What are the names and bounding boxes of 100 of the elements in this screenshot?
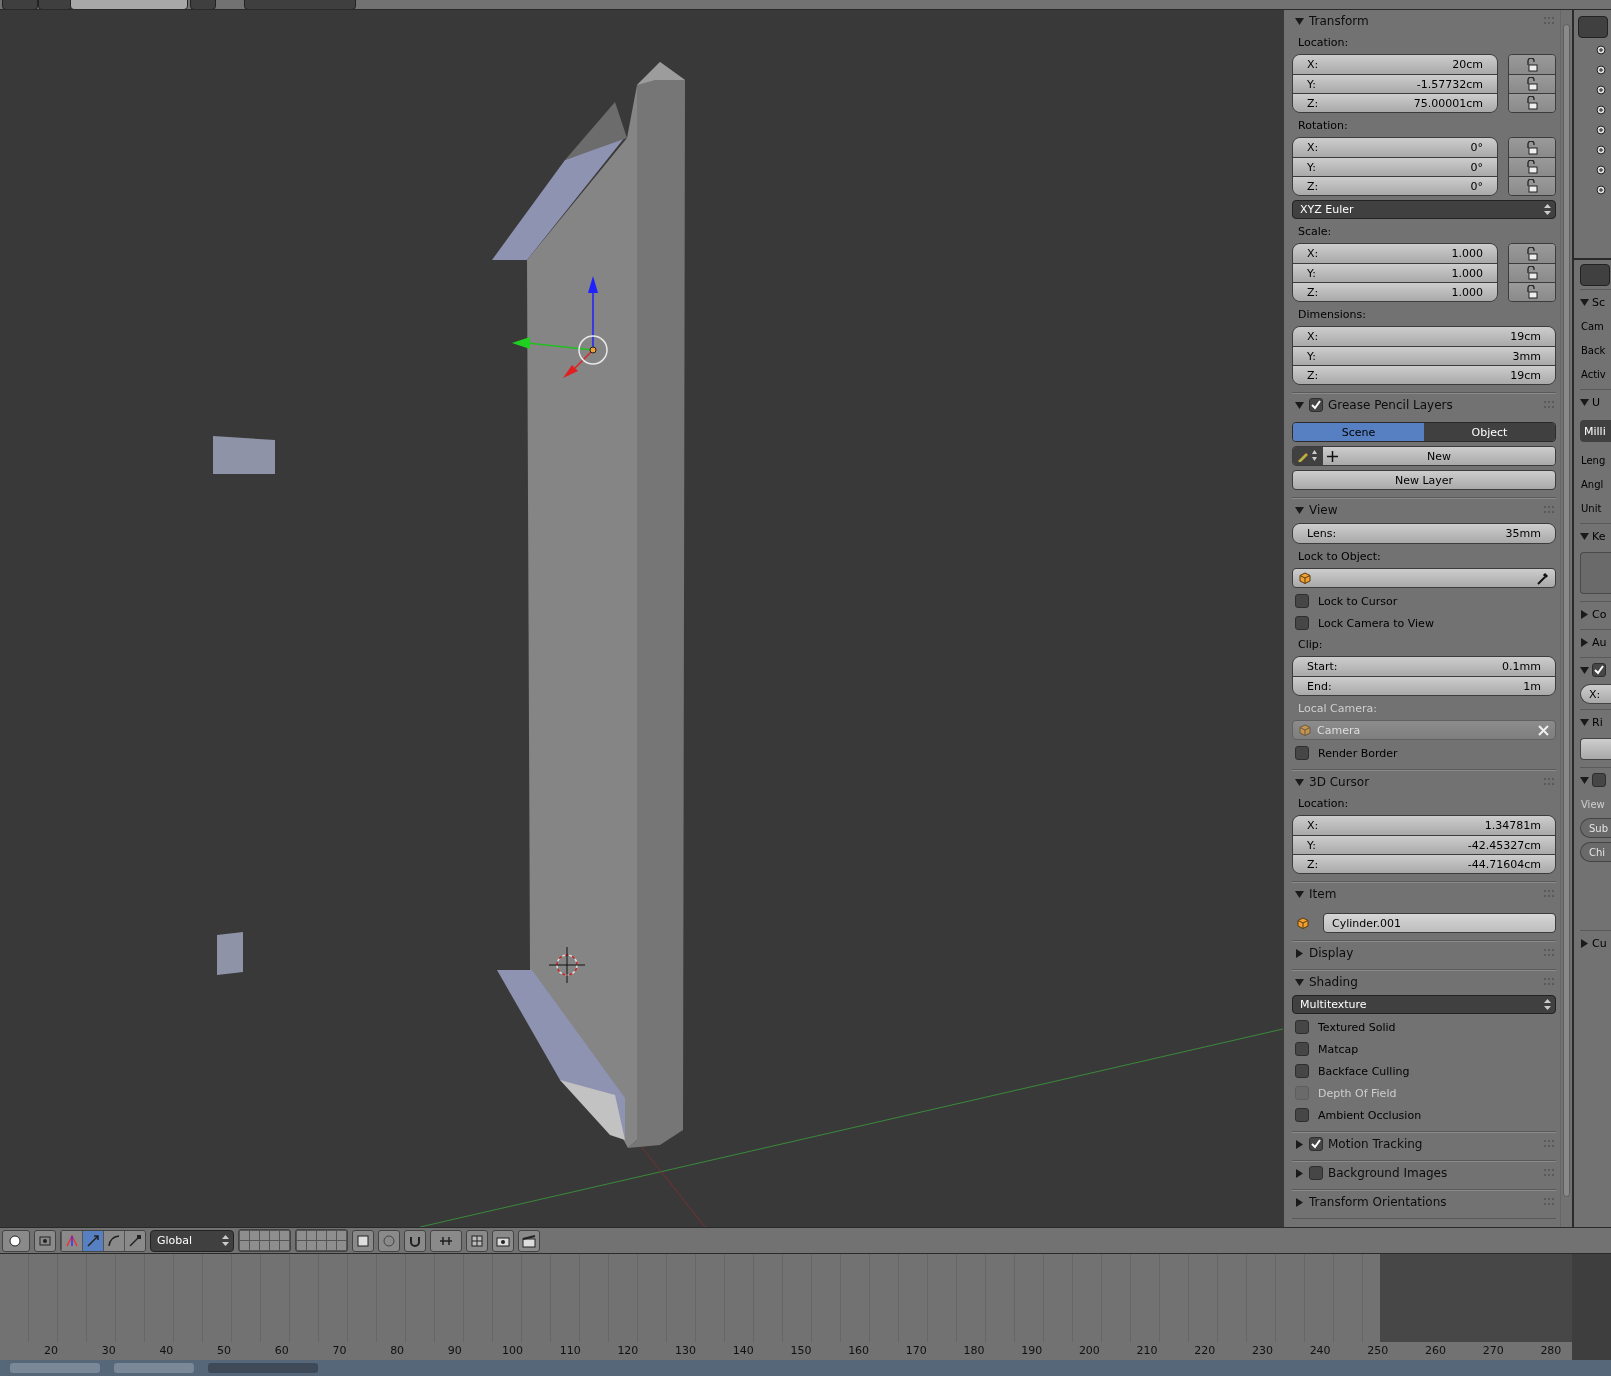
object-field[interactable] xyxy=(1292,568,1556,588)
number-field[interactable]: Y: -42.45327cm xyxy=(1293,835,1555,854)
checkbox[interactable] xyxy=(1295,594,1309,608)
toggle-option[interactable]: Object xyxy=(1424,423,1555,441)
lock-toggle[interactable] xyxy=(1509,244,1555,263)
checkbox-label[interactable]: Lock to Cursor xyxy=(1318,594,1398,608)
grip-icon[interactable] xyxy=(1544,978,1556,986)
dropdown[interactable]: Multitexture xyxy=(1292,995,1556,1014)
expand-icon[interactable] xyxy=(1596,45,1606,55)
disclosure-icon[interactable] xyxy=(1295,777,1304,787)
grip-icon[interactable] xyxy=(1544,890,1556,898)
manipulator-button-group[interactable] xyxy=(60,1229,146,1252)
lock-toggle[interactable] xyxy=(1509,138,1555,157)
name-field[interactable]: Cylinder.001 xyxy=(1323,913,1556,933)
disclosure-icon[interactable] xyxy=(1580,775,1589,785)
lock-toggle[interactable] xyxy=(1509,74,1555,93)
grip-icon[interactable] xyxy=(1544,1140,1556,1148)
number-field[interactable]: Y: -1.57732cm xyxy=(1293,74,1497,93)
disclosure-icon[interactable] xyxy=(1580,297,1589,307)
number-field[interactable]: X: 0° xyxy=(1293,138,1497,157)
lock-toggle[interactable] xyxy=(1509,282,1555,301)
disclosure-icon[interactable] xyxy=(1580,938,1589,948)
expand-icon[interactable] xyxy=(1596,105,1606,115)
mesh-fragment[interactable] xyxy=(213,436,275,474)
number-field[interactable]: X: 1.34781m xyxy=(1293,816,1555,835)
disclosure-icon[interactable] xyxy=(1295,400,1304,410)
orientation-dropdown[interactable]: Global xyxy=(150,1229,234,1252)
panel-header[interactable]: Display xyxy=(1292,942,1556,964)
panel-title[interactable]: Shading xyxy=(1309,975,1539,989)
checkbox-label[interactable]: Lock Camera to View xyxy=(1318,616,1434,630)
disclosure-icon[interactable] xyxy=(1295,1139,1304,1149)
disclosure-icon[interactable] xyxy=(1295,16,1304,26)
new-layer-button[interactable]: New Layer xyxy=(1292,470,1556,490)
number-field[interactable]: Y: 0° xyxy=(1293,157,1497,176)
grip-icon[interactable] xyxy=(1544,506,1556,514)
number-field[interactable]: Y: 3mm xyxy=(1293,346,1555,365)
disclosure-icon[interactable] xyxy=(1295,1197,1304,1207)
panel-title[interactable]: U xyxy=(1592,395,1601,409)
snap-element-button[interactable] xyxy=(430,1229,462,1252)
layer-buttons[interactable] xyxy=(238,1229,291,1252)
grip-icon[interactable] xyxy=(1544,949,1556,957)
checkbox[interactable] xyxy=(1309,1166,1323,1180)
lock-toggle[interactable] xyxy=(1509,263,1555,282)
lock-toggle[interactable] xyxy=(1509,93,1555,112)
grip-icon[interactable] xyxy=(1544,1198,1556,1206)
lock-toggle[interactable] xyxy=(1509,55,1555,74)
panel-title[interactable]: Background Images xyxy=(1328,1166,1539,1180)
expand-icon[interactable] xyxy=(1596,165,1606,175)
scale-button[interactable] xyxy=(124,1230,145,1251)
render-button[interactable] xyxy=(492,1229,514,1252)
number-field[interactable]: Y: 1.000 xyxy=(1293,263,1497,282)
dropdown[interactable]: XYZ Euler xyxy=(1292,200,1556,219)
panel-title[interactable]: 3D Cursor xyxy=(1309,775,1539,789)
toggle-option[interactable]: Scene xyxy=(1293,423,1424,441)
number-field[interactable]: X: 20cm xyxy=(1293,55,1497,74)
button[interactable] xyxy=(1580,738,1611,760)
grip-icon[interactable] xyxy=(1544,17,1556,25)
panel-header[interactable]: Background Images xyxy=(1292,1162,1556,1184)
checkbox-label[interactable]: Textured Solid xyxy=(1318,1020,1396,1034)
eyedropper-icon[interactable] xyxy=(1536,571,1549,585)
panel-title[interactable]: Co xyxy=(1592,607,1607,621)
checkbox[interactable] xyxy=(1592,663,1606,677)
checkbox[interactable] xyxy=(1295,1020,1309,1034)
checkbox[interactable] xyxy=(1295,616,1309,630)
pivot-button[interactable] xyxy=(34,1229,56,1252)
panel-title[interactable]: Ke xyxy=(1592,529,1606,543)
disclosure-icon[interactable] xyxy=(1295,948,1304,958)
panel-header[interactable]: Transform xyxy=(1292,10,1556,32)
number-field[interactable]: X: 1.000 xyxy=(1293,244,1497,263)
snap-button[interactable] xyxy=(404,1229,426,1252)
number-field[interactable]: Z: 0° xyxy=(1293,176,1497,195)
panel-title[interactable]: Transform xyxy=(1309,14,1539,28)
layer-buttons[interactable] xyxy=(295,1229,348,1252)
grip-icon[interactable] xyxy=(1544,401,1556,409)
panel-header[interactable]: Shading xyxy=(1292,971,1556,993)
number-field[interactable]: End: 1m xyxy=(1293,676,1555,695)
checkbox-label[interactable]: Matcap xyxy=(1318,1042,1359,1056)
checkbox-label[interactable]: Backface Culling xyxy=(1318,1064,1410,1078)
shading-mode-button[interactable] xyxy=(2,1229,30,1252)
number-field[interactable]: Z: -44.71604cm xyxy=(1293,854,1555,873)
panel-header[interactable]: Transform Orientations xyxy=(1292,1191,1556,1213)
expand-icon[interactable] xyxy=(1596,185,1606,195)
panel-title[interactable]: Cu xyxy=(1592,936,1607,950)
transform-manipulator-drawing[interactable] xyxy=(512,276,608,378)
number-field[interactable]: Lens: 35mm xyxy=(1293,524,1555,543)
disclosure-icon[interactable] xyxy=(1580,637,1589,647)
checkbox[interactable] xyxy=(1295,1042,1309,1056)
number-field[interactable]: Z: 19cm xyxy=(1293,365,1555,384)
layer-grid-button[interactable] xyxy=(466,1229,488,1252)
timeline-panel[interactable]: 20 30 40 50 60 70 80 90 100 110 120 130 140 150 160 170 180 190 200 210 220 230 240 250 260 270 280 xyxy=(0,1254,1572,1360)
disclosure-icon[interactable] xyxy=(1295,1168,1304,1178)
checkbox[interactable] xyxy=(1309,1137,1323,1151)
disclosure-icon[interactable] xyxy=(1580,717,1589,727)
number-field[interactable]: X: xyxy=(1580,684,1611,704)
number-field[interactable]: X: 19cm xyxy=(1293,327,1555,346)
panel-header[interactable]: Item xyxy=(1292,883,1556,905)
rotate-button[interactable] xyxy=(103,1230,124,1251)
expand-icon[interactable] xyxy=(1596,85,1606,95)
grip-icon[interactable] xyxy=(1544,1169,1556,1177)
mesh-object-drawing[interactable] xyxy=(492,62,685,1148)
